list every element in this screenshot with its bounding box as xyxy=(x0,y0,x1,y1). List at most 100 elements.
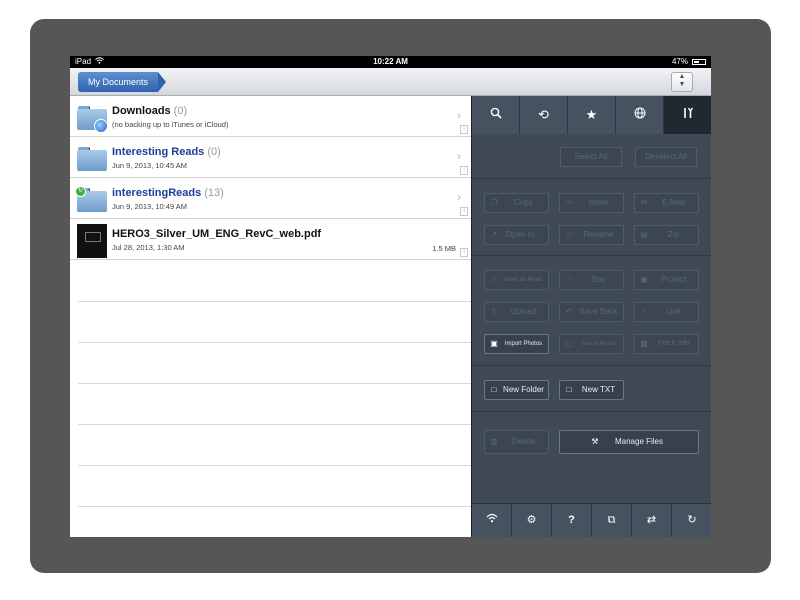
file-name: interestingReads xyxy=(112,187,202,199)
updown-arrows-icon: ▲ ▼ xyxy=(678,73,686,88)
file-name: HERO3_Silver_UM_ENG_RevC_web.pdf xyxy=(112,228,322,240)
trash-icon: ▥ xyxy=(490,437,498,446)
fetch-info-button[interactable]: ▦ Fetch Info xyxy=(634,334,699,354)
battery-icon xyxy=(692,59,706,65)
refresh-icon[interactable]: ↻ xyxy=(672,504,711,537)
navigation-bar: My Documents ▲ ▼ xyxy=(70,68,711,96)
status-bar: iPad 10:22 AM 47% xyxy=(70,56,711,68)
mark-as-read-button[interactable]: ○ Mark as Read xyxy=(484,270,549,290)
file-name: Downloads xyxy=(112,105,171,117)
panel-divider xyxy=(472,255,711,256)
info-icon[interactable]: i xyxy=(460,207,468,216)
upload-icon: ⇧ xyxy=(490,307,498,316)
email-button[interactable]: ✉ E-Mail xyxy=(634,193,699,213)
panel-divider xyxy=(472,178,711,179)
list-item-downloads[interactable]: Downloads (0) (no backing up to iTunes or… xyxy=(70,96,471,137)
sync-badge-icon: ↻ xyxy=(75,186,86,197)
select-all-button[interactable]: Select All xyxy=(560,147,622,167)
wifi-icon[interactable] xyxy=(472,504,512,537)
list-item-pdf[interactable]: HERO3_Silver_UM_ENG_RevC_web.pdf Jul 28,… xyxy=(70,219,471,260)
pdf-thumbnail xyxy=(77,224,107,258)
history-icon[interactable]: ⟲ xyxy=(520,96,568,134)
list-divider xyxy=(78,342,471,343)
star-outline-icon: ☆ xyxy=(565,275,573,284)
settings-icon[interactable]: ⚙ xyxy=(512,504,552,537)
file-meta: Jul 28, 2013, 1:30 AM xyxy=(112,243,185,252)
list-divider xyxy=(78,465,471,466)
panel-divider xyxy=(472,411,711,412)
file-count: (13) xyxy=(204,187,224,199)
lock-icon: ▣ xyxy=(640,275,648,284)
new-folder-button[interactable]: □ New Folder xyxy=(484,380,549,400)
new-folder-icon: □ xyxy=(491,385,497,394)
mark-read-icon: ○ xyxy=(491,275,497,284)
move-button[interactable]: ⇨ Move xyxy=(559,193,624,213)
chevron-right-icon: › xyxy=(457,190,461,204)
ipad-screen: iPad 10:22 AM 47% My Documents ▲ ▼ Downlo… xyxy=(70,56,711,537)
upload-button[interactable]: ⇧ Upload xyxy=(484,302,549,322)
file-list: Downloads (0) (no backing up to iTunes or… xyxy=(70,96,471,537)
list-item-interestingreads[interactable]: ↻ interestingReads (13) Jun 9, 2013, 10:4… xyxy=(70,178,471,219)
photos-icon: ▢ xyxy=(565,339,573,348)
list-divider xyxy=(78,301,471,302)
file-size: 1.5 MB xyxy=(432,244,456,253)
file-meta: Jun 9, 2013, 10:45 AM xyxy=(112,161,188,170)
delete-button[interactable]: ▥ Delete xyxy=(484,430,549,454)
deselect-all-button[interactable]: Deselect All xyxy=(635,147,697,167)
camera-icon: ▣ xyxy=(490,339,498,348)
new-txt-button[interactable]: □ New TXT xyxy=(559,380,624,400)
mail-icon: ✉ xyxy=(640,198,648,207)
tools-icon: ⚒ xyxy=(591,437,599,446)
tools-icon[interactable] xyxy=(664,96,711,134)
folder-icon xyxy=(77,147,107,171)
help-icon[interactable]: ? xyxy=(552,504,592,537)
breadcrumb-my-documents[interactable]: My Documents xyxy=(78,72,167,92)
info-icon[interactable]: i xyxy=(460,125,468,134)
link-button[interactable]: ∕ Link xyxy=(634,302,699,322)
status-time: 10:22 AM xyxy=(373,57,408,66)
fetch-info-icon: ▦ xyxy=(640,339,648,348)
copy-button[interactable]: ❐ Copy xyxy=(484,193,549,213)
info-icon[interactable]: i xyxy=(460,166,468,175)
rename-icon: ▭ xyxy=(565,230,573,239)
star-icon[interactable]: ★ xyxy=(568,96,616,134)
share-icon[interactable]: ⧉ xyxy=(592,504,632,537)
save-to-photos-button[interactable]: ▢ Save to Photos xyxy=(559,334,624,354)
import-photos-button[interactable]: ▣ Import Photos xyxy=(484,334,549,354)
manage-files-button[interactable]: ⚒ Manage Files xyxy=(559,430,699,454)
globe-icon[interactable] xyxy=(616,96,664,134)
zip-icon: ▤ xyxy=(640,230,648,239)
search-icon[interactable] xyxy=(472,96,520,134)
chevron-right-icon: › xyxy=(457,149,461,163)
save-back-icon: ↶ xyxy=(565,307,573,316)
zip-button[interactable]: ▤ Zip xyxy=(634,225,699,245)
info-icon[interactable]: i xyxy=(460,248,468,257)
file-meta: (no backing up to iTunes or iCloud) xyxy=(112,120,229,129)
file-count: (0) xyxy=(207,146,221,158)
list-divider xyxy=(78,383,471,384)
panel-divider xyxy=(472,365,711,366)
rename-button[interactable]: ▭ Rename xyxy=(559,225,624,245)
star-button[interactable]: ☆ Star xyxy=(559,270,624,290)
new-txt-icon: □ xyxy=(566,385,572,394)
file-meta: Jun 9, 2013, 10:49 AM xyxy=(112,202,188,211)
sort-button[interactable]: ▲ ▼ xyxy=(671,72,693,92)
open-in-button[interactable]: ↗ Open In... xyxy=(484,225,549,245)
list-item-interesting-reads[interactable]: Interesting Reads (0) Jun 9, 2013, 10:45 … xyxy=(70,137,471,178)
open-in-icon: ↗ xyxy=(490,230,498,239)
folder-icon: ↻ xyxy=(75,186,107,212)
copy-icon: ❐ xyxy=(490,198,498,207)
chevron-right-icon: › xyxy=(457,108,461,122)
globe-badge-icon xyxy=(94,119,108,133)
battery-level-fill xyxy=(694,61,699,63)
bottom-toolbar: ⚙ ? ⧉ ⇄ ↻ xyxy=(472,503,711,537)
protect-button[interactable]: ▣ Protect xyxy=(634,270,699,290)
folder-icon xyxy=(77,106,108,133)
battery-percent: 47% xyxy=(671,57,688,66)
save-back-button[interactable]: ↶ Save Back xyxy=(559,302,624,322)
sync-icon[interactable]: ⇄ xyxy=(632,504,672,537)
panel-tab-bar: ⟲ ★ xyxy=(472,96,711,134)
link-icon: ∕ xyxy=(643,307,645,316)
list-divider xyxy=(78,506,471,507)
tools-panel: ⟲ ★ Select All Deselect All ❐ Copy ⇨ Move … xyxy=(471,96,711,537)
